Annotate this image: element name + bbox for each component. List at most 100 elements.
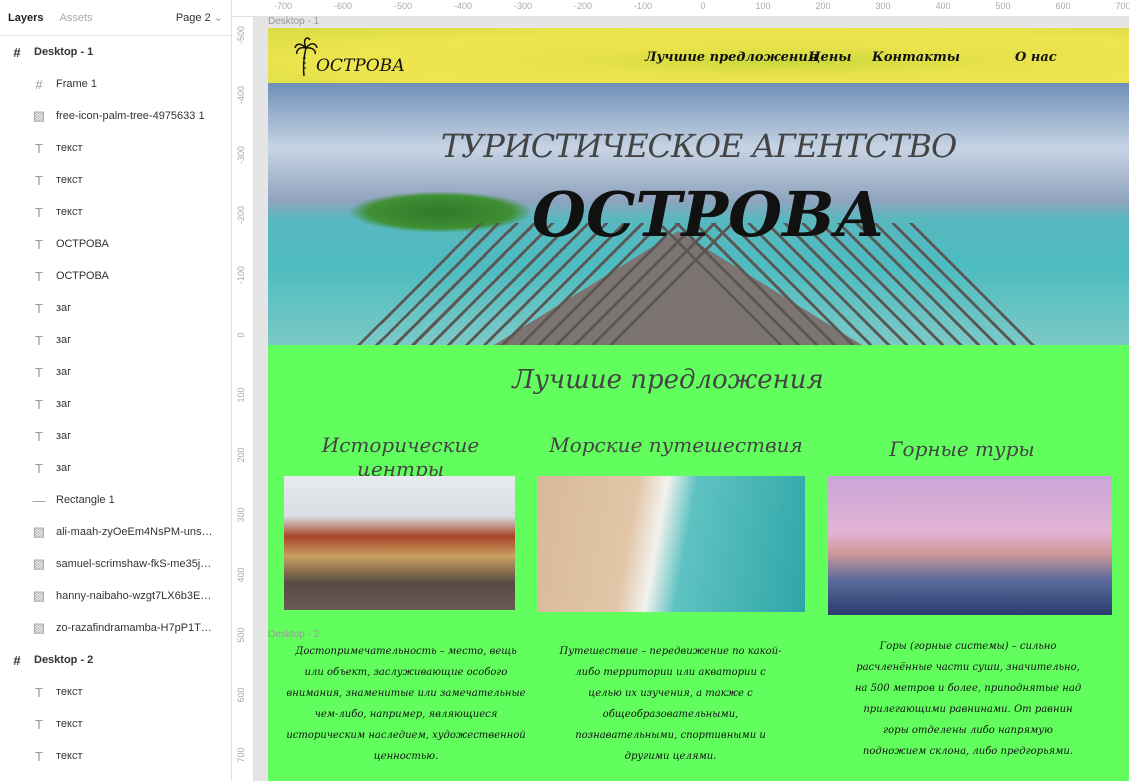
layer-name: hanny-naibaho-wzgt7LX6b3E… bbox=[56, 590, 212, 602]
layer-item[interactable]: # Desktop - 2 bbox=[0, 644, 232, 676]
layer-name: текст bbox=[56, 718, 83, 730]
site-header: ОСТРОВА Лучшие предложения Цены Контакты… bbox=[268, 28, 1129, 83]
nav-prices[interactable]: Цены bbox=[808, 50, 852, 65]
frame-label-desktop-2[interactable]: Desktop - 2 bbox=[268, 629, 319, 640]
page-name: Page 2 bbox=[175, 12, 211, 24]
layer-item[interactable]: ▨ ali-maah-zyOeEm4NsPM-uns… bbox=[0, 516, 232, 548]
layer-name: текст bbox=[56, 142, 83, 154]
layer-item[interactable]: Tтекст bbox=[0, 708, 232, 740]
layer-name: ОСТРОВА bbox=[56, 238, 109, 250]
layer-item[interactable]: Tтекст bbox=[0, 740, 232, 772]
ruler-tick: 600 bbox=[236, 687, 246, 703]
offers-section: Лучшие предложения Исторические центры М… bbox=[268, 345, 1129, 781]
page-selector[interactable]: Page 2 ⌄ bbox=[176, 11, 223, 24]
layer-name: заг bbox=[56, 430, 72, 442]
layer-item[interactable]: Tзаг bbox=[0, 292, 232, 324]
layer-item[interactable]: T ОСТРОВА bbox=[0, 228, 232, 260]
image-layer-icon: ▨ bbox=[32, 588, 46, 603]
ruler-tick: -100 bbox=[633, 1, 653, 11]
layer-item[interactable]: Tзаг bbox=[0, 356, 232, 388]
text-layer-icon: T bbox=[35, 684, 43, 700]
text-layer-icon: T bbox=[35, 396, 43, 412]
site-logo[interactable]: ОСТРОВА bbox=[294, 36, 405, 76]
frame-label-desktop-1[interactable]: Desktop - 1 bbox=[268, 16, 319, 27]
horizontal-ruler: -700 -600 -500 -400 -300 -200 -100 0 100 200 300 40… bbox=[232, 0, 1129, 17]
palm-tree-icon bbox=[294, 37, 318, 76]
ruler-tick: 700 bbox=[236, 747, 246, 763]
layer-item[interactable]: ▨ samuel-scrimshaw-fkS-me35j… bbox=[0, 548, 232, 580]
image-layer-icon: ▨ bbox=[32, 524, 46, 539]
image-layer-icon: ▨ bbox=[32, 620, 46, 635]
layer-item[interactable]: Tтекст bbox=[0, 676, 232, 708]
layer-name: ali-maah-zyOeEm4NsPM-uns… bbox=[56, 526, 213, 538]
ruler-tick: 500 bbox=[236, 627, 246, 643]
image-layer-icon: ▨ bbox=[32, 108, 46, 123]
layer-name: Desktop - 2 bbox=[34, 654, 94, 666]
ruler-tick: 100 bbox=[755, 1, 771, 11]
ruler-tick: 500 bbox=[995, 1, 1011, 11]
hero-banner: ТУРИСТИЧЕСКОЕ АГЕНТСТВО ОСТРОВА bbox=[268, 83, 1129, 345]
layer-item[interactable]: Tзаг bbox=[0, 420, 232, 452]
text-layer-icon: T bbox=[35, 460, 43, 476]
nav-contacts[interactable]: Контакты bbox=[872, 50, 960, 65]
mountain-image[interactable] bbox=[828, 476, 1112, 615]
text-layer-icon: T bbox=[35, 332, 43, 348]
ruler-tick: -300 bbox=[513, 1, 533, 11]
layer-name: заг bbox=[56, 334, 72, 346]
temple-image[interactable] bbox=[284, 476, 515, 610]
text-layer-icon: T bbox=[35, 140, 43, 156]
nav-best-offers[interactable]: Лучшие предложения bbox=[645, 50, 818, 65]
layer-name: Desktop - 1 bbox=[34, 46, 94, 58]
layers-panel: Layers Assets Page 2 ⌄ # Desktop - 1 # Fram… bbox=[0, 0, 232, 781]
layer-name: free-icon-palm-tree-4975633 1 bbox=[56, 110, 205, 122]
ruler-tick: -700 bbox=[273, 1, 293, 11]
layer-item[interactable]: ▨ free-icon-palm-tree-4975633 1 bbox=[0, 100, 232, 132]
layer-name: текст bbox=[56, 686, 83, 698]
layer-item[interactable]: Tзаг bbox=[0, 452, 232, 484]
layer-item[interactable]: ▨ hanny-naibaho-wzgt7LX6b3E… bbox=[0, 580, 232, 612]
layer-name: текст bbox=[56, 750, 83, 762]
layer-name: текст bbox=[56, 206, 83, 218]
layer-item[interactable]: # Desktop - 1 bbox=[0, 36, 232, 68]
ruler-tick: -100 bbox=[236, 265, 246, 285]
ruler-tick: 0 bbox=[700, 1, 706, 11]
section-title: Лучшие предложения bbox=[512, 365, 824, 395]
card-description: Горы (горные системы) – сильно расчленён… bbox=[854, 641, 1082, 757]
ruler-tick: 100 bbox=[236, 387, 246, 403]
ruler-tick: 200 bbox=[236, 447, 246, 463]
hero-title: ОСТРОВА bbox=[531, 178, 886, 251]
image-layer-icon: ▨ bbox=[32, 556, 46, 571]
tab-layers[interactable]: Layers bbox=[8, 12, 43, 24]
text-layer-icon: T bbox=[35, 748, 43, 764]
layer-item[interactable]: Tзаг bbox=[0, 324, 232, 356]
desktop-1-frame[interactable]: ОСТРОВА Лучшие предложения Цены Контакты… bbox=[268, 28, 1129, 781]
layer-item[interactable]: Tтекст bbox=[0, 164, 232, 196]
layer-item[interactable]: T ОСТРОВА bbox=[0, 260, 232, 292]
ruler-tick: 200 bbox=[815, 1, 831, 11]
layer-name: текст bbox=[56, 174, 83, 186]
beach-image[interactable] bbox=[537, 476, 805, 612]
layer-name: ОСТРОВА bbox=[56, 270, 109, 282]
ruler-tick: -400 bbox=[453, 1, 473, 11]
layer-item[interactable]: — Rectangle 1 bbox=[0, 484, 232, 516]
layer-item[interactable]: Tзаг bbox=[0, 388, 232, 420]
ruler-tick: -500 bbox=[236, 25, 246, 45]
text-layer-icon: T bbox=[35, 364, 43, 380]
ruler-tick: -400 bbox=[236, 85, 246, 105]
frame-layer-icon: # bbox=[13, 652, 21, 668]
text-layer-icon: T bbox=[35, 172, 43, 188]
tab-assets[interactable]: Assets bbox=[59, 12, 92, 24]
logo-text: ОСТРОВА bbox=[316, 56, 406, 76]
hero-subtitle: ТУРИСТИЧЕСКОЕ АГЕНТСТВО bbox=[440, 127, 957, 165]
layer-item[interactable]: ▨ zo-razafindramamba-H7pP1T… bbox=[0, 612, 232, 644]
layer-item[interactable]: # Frame 1 bbox=[0, 68, 232, 100]
layer-item[interactable]: Tтекст bbox=[0, 132, 232, 164]
card-title: Морские путешествия bbox=[549, 433, 803, 457]
nav-about[interactable]: О нас bbox=[1015, 50, 1057, 65]
panel-tabs: Layers Assets Page 2 ⌄ bbox=[0, 0, 231, 36]
chevron-down-icon: ⌄ bbox=[213, 12, 223, 24]
layer-name: заг bbox=[56, 302, 72, 314]
card-description: Путешествие – передвижение по какой-либо… bbox=[559, 646, 782, 762]
layer-item[interactable]: Tтекст bbox=[0, 196, 232, 228]
ruler-tick: -200 bbox=[573, 1, 593, 11]
